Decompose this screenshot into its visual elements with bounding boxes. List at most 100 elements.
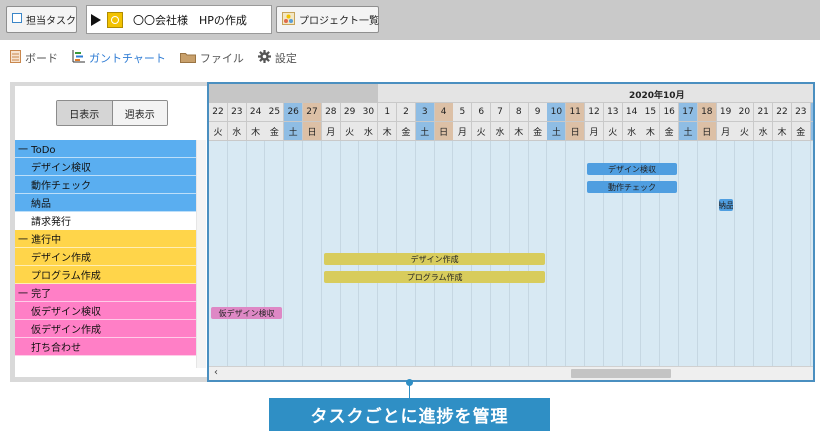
weekday-cell: 土 (284, 122, 304, 141)
task-row[interactable]: 納品 (15, 194, 196, 212)
task-row[interactable]: 打ち合わせ (15, 338, 196, 356)
day-number-cell: 6 (472, 103, 492, 122)
weekday-cell: 木 (773, 122, 792, 141)
task-label: プログラム作成 (31, 271, 101, 282)
tab-board-label: ボード (25, 52, 58, 65)
month-label: 2020年10月 (629, 91, 685, 101)
weekday-cell: 日 (566, 122, 586, 141)
caption-banner: タスクごとに進捗を管理 (269, 398, 550, 431)
grid-line (245, 141, 247, 369)
gantt-bar-label: デザイン検収 (608, 164, 656, 174)
task-group-header[interactable]: 一 ToDo (15, 140, 196, 158)
task-row[interactable]: 仮デザイン作成 (15, 320, 196, 338)
checkbox-icon (12, 13, 22, 26)
weekday-cell: 金 (528, 122, 548, 141)
tab-files[interactable]: ファイル (179, 50, 244, 66)
task-row[interactable]: 仮デザイン検収 (15, 302, 196, 320)
weekday-cell: 火 (209, 122, 228, 141)
task-row[interactable]: デザイン作成 (15, 248, 196, 266)
tab-gantt-chart[interactable]: ガントチャート (72, 50, 166, 66)
grid-line (790, 141, 792, 369)
project-list-button[interactable]: プロジェクト一覧 (276, 6, 379, 33)
week-view-button[interactable]: 週表示 (112, 101, 167, 125)
grid-line (546, 141, 548, 369)
day-number-cell: 16 (660, 103, 680, 122)
weekday-cell: 金 (265, 122, 285, 141)
day-view-button[interactable]: 日表示 (57, 101, 113, 125)
task-row[interactable]: プログラム作成 (15, 266, 196, 284)
board-icon (10, 50, 21, 66)
task-label: 請求発行 (31, 217, 71, 228)
day-number-cell: 22 (209, 103, 228, 122)
weekday-cell: 土 (679, 122, 698, 141)
view-tabs: ボード ガントチャート ファイル 設定 (10, 50, 311, 66)
grid-line (640, 141, 642, 369)
weekday-cell: 日 (434, 122, 454, 141)
day-number-cell: 17 (679, 103, 698, 122)
weekday-cell: 月 (321, 122, 341, 141)
grid-line (734, 141, 736, 369)
task-label: 納品 (31, 199, 51, 210)
day-number-cell: 24 (810, 103, 813, 122)
weekday-cell: 土 (415, 122, 435, 141)
task-row[interactable]: デザイン検収 (15, 158, 196, 176)
gantt-bar[interactable]: 仮デザイン検収 (211, 307, 283, 319)
grid-line (696, 141, 698, 369)
project-title-field[interactable]: 〇〇会社様 HPの作成 (86, 5, 272, 34)
gantt-horizontal-scrollbar[interactable]: ‹ (209, 366, 813, 380)
day-number-cell: 25 (265, 103, 285, 122)
gantt-bar[interactable]: デザイン検収 (587, 163, 677, 175)
grid-line (565, 141, 567, 369)
gantt-bar[interactable]: デザイン作成 (323, 253, 546, 265)
task-label: 一 完了 (18, 289, 52, 300)
grid-line (715, 141, 717, 369)
day-number-cell: 4 (434, 103, 454, 122)
project-title: 〇〇会社様 HPの作成 (133, 13, 247, 27)
weekday-cell: 水 (754, 122, 774, 141)
weekday-cell: 水 (622, 122, 642, 141)
day-number-cell: 11 (566, 103, 586, 122)
day-number-cell: 12 (585, 103, 604, 122)
day-number-cell: 7 (491, 103, 510, 122)
day-number-cell: 10 (547, 103, 567, 122)
task-label: 動作チェック (31, 181, 91, 192)
gantt-bar-label: 納品 (718, 200, 734, 210)
day-number-cell: 5 (453, 103, 473, 122)
project-list-label: プロジェクト一覧 (299, 16, 379, 27)
gantt-bar[interactable]: 動作チェック (587, 181, 677, 193)
day-number-cell: 29 (340, 103, 360, 122)
gantt-bar[interactable]: 納品 (718, 199, 734, 211)
month-header-shade (209, 84, 378, 103)
task-label: デザイン作成 (31, 253, 91, 264)
task-row[interactable]: 動作チェック (15, 176, 196, 194)
weekday-cell: 日 (303, 122, 322, 141)
weekday-cell: 水 (359, 122, 379, 141)
task-list-scrollbar[interactable] (196, 140, 206, 368)
weekday-cell: 木 (246, 122, 266, 141)
tab-board[interactable]: ボード (10, 50, 58, 66)
day-number-cell: 3 (415, 103, 435, 122)
day-number-cell: 28 (321, 103, 341, 122)
weekday-cell: 木 (378, 122, 398, 141)
weekday-cell: 火 (340, 122, 360, 141)
grid-line (584, 141, 585, 369)
grid-line (659, 141, 661, 369)
task-group-header[interactable]: 一 完了 (15, 284, 196, 302)
scroll-thumb[interactable] (571, 369, 671, 378)
day-number-cell: 15 (641, 103, 661, 122)
task-row[interactable]: 請求発行 (15, 212, 196, 230)
task-label: デザイン検収 (31, 163, 91, 174)
scroll-left-icon[interactable]: ‹ (214, 367, 218, 378)
grid-line (302, 141, 303, 369)
gantt-bar[interactable]: プログラム作成 (323, 271, 546, 283)
task-group-header[interactable]: 一 進行中 (15, 230, 196, 248)
gantt-bar-label: 仮デザイン検収 (218, 308, 275, 318)
tab-settings[interactable]: 設定 (257, 50, 297, 66)
day-number-cell: 1 (378, 103, 398, 122)
weekday-cell: 水 (491, 122, 510, 141)
my-tasks-button[interactable]: 担当タスク (6, 6, 77, 33)
weekday-cell: 火 (603, 122, 623, 141)
grid-line (621, 141, 623, 369)
day-number-cell: 30 (359, 103, 379, 122)
grid-line (320, 141, 322, 369)
